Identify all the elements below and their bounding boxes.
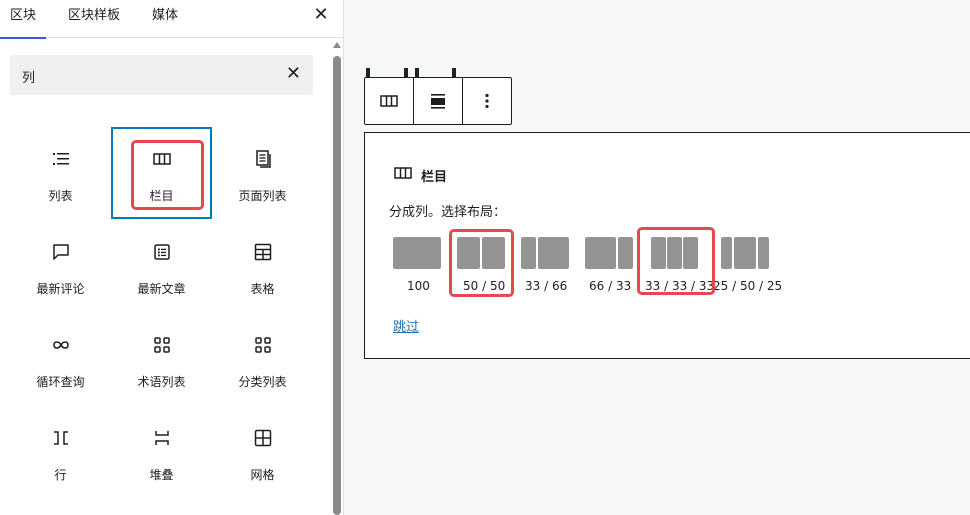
block-terms-list[interactable]: 术语列表: [111, 313, 212, 405]
block-label: 堆叠: [149, 468, 174, 482]
highlight-box: [449, 229, 514, 297]
terms-icon: [111, 333, 212, 357]
block-table[interactable]: 表格: [212, 220, 313, 312]
scrollbar[interactable]: [331, 40, 343, 515]
column-marker: [452, 68, 456, 77]
close-icon[interactable]: ✕: [286, 65, 301, 83]
block-query-loop[interactable]: 循环查询: [10, 313, 111, 405]
comment-icon: [10, 240, 111, 264]
tab-patterns[interactable]: 区块样板: [68, 0, 120, 38]
block-label: 行: [54, 468, 67, 482]
block-list[interactable]: 列表: [10, 127, 111, 219]
scrollbar-thumb[interactable]: [333, 56, 341, 515]
search-input[interactable]: 列 ✕: [10, 55, 313, 95]
column-marker: [366, 68, 370, 77]
tab-media[interactable]: 媒体: [152, 0, 178, 38]
align-icon[interactable]: [414, 78, 462, 124]
columns-icon: [393, 163, 413, 187]
row-icon: [10, 426, 111, 450]
categories-icon: [212, 333, 313, 357]
skip-link[interactable]: 跳过: [393, 316, 419, 335]
tab-blocks[interactable]: 区块: [0, 0, 47, 39]
highlight-box: [131, 140, 204, 210]
variation-column: [758, 237, 769, 269]
list-icon: [10, 147, 111, 171]
search-value: 列: [22, 71, 36, 86]
block-grid[interactable]: 网格: [212, 406, 313, 498]
block-row[interactable]: 行: [10, 406, 111, 498]
column-marker: [404, 68, 408, 77]
block-label: 页面列表: [238, 189, 287, 203]
page-list-icon: [212, 147, 313, 171]
block-label: 最新文章: [137, 282, 186, 296]
block-label: 循环查询: [36, 375, 85, 389]
variation-column: [585, 237, 616, 269]
variation-label: 33 / 66: [525, 279, 568, 293]
block-categories-list[interactable]: 分类列表: [212, 313, 313, 405]
scroll-up-icon[interactable]: [333, 42, 341, 48]
inserter-tabs: 区块 区块样板 媒体 ✕: [0, 0, 344, 39]
block-label: 列表: [48, 189, 73, 203]
variation-column: [393, 237, 441, 269]
post-list-icon: [111, 240, 212, 264]
column-marker: [415, 68, 419, 77]
placeholder-title: 栏目: [393, 163, 447, 187]
block-label: 最新评论: [36, 282, 85, 296]
placeholder-title-text: 栏目: [421, 169, 448, 185]
variation-column: [521, 237, 536, 269]
block-label: 分类列表: [238, 375, 287, 389]
variation-column: [721, 237, 732, 269]
placeholder-instructions: 分成列。选择布局：: [389, 205, 507, 220]
more-options-icon[interactable]: [463, 78, 511, 124]
block-label: 表格: [250, 282, 275, 296]
variation-label: 25 / 50 / 25: [713, 279, 783, 293]
block-latest-posts[interactable]: 最新文章: [111, 220, 212, 312]
block-stack[interactable]: 堆叠: [111, 406, 212, 498]
stack-icon: [111, 426, 212, 450]
block-toolbar: [364, 77, 512, 125]
variation-label: 100: [407, 279, 430, 293]
highlight-box: [637, 227, 715, 295]
block-page-list[interactable]: 页面列表: [212, 127, 313, 219]
block-inserter-panel: 区块 区块样板 媒体 ✕ 列 ✕ 列表 栏目 页面列表 最新评论 最新文章 表格…: [0, 0, 344, 515]
variation-label: 66 / 33: [589, 279, 632, 293]
table-icon: [212, 240, 313, 264]
grid-icon: [212, 426, 313, 450]
variation-column: [734, 237, 756, 269]
columns-icon[interactable]: [365, 78, 413, 124]
close-icon[interactable]: ✕: [312, 6, 330, 24]
block-label: 术语列表: [137, 375, 186, 389]
variation-column: [538, 237, 569, 269]
variation-column: [618, 237, 633, 269]
block-label: 网格: [250, 468, 275, 482]
loop-icon: [10, 333, 111, 357]
block-latest-comments[interactable]: 最新评论: [10, 220, 111, 312]
